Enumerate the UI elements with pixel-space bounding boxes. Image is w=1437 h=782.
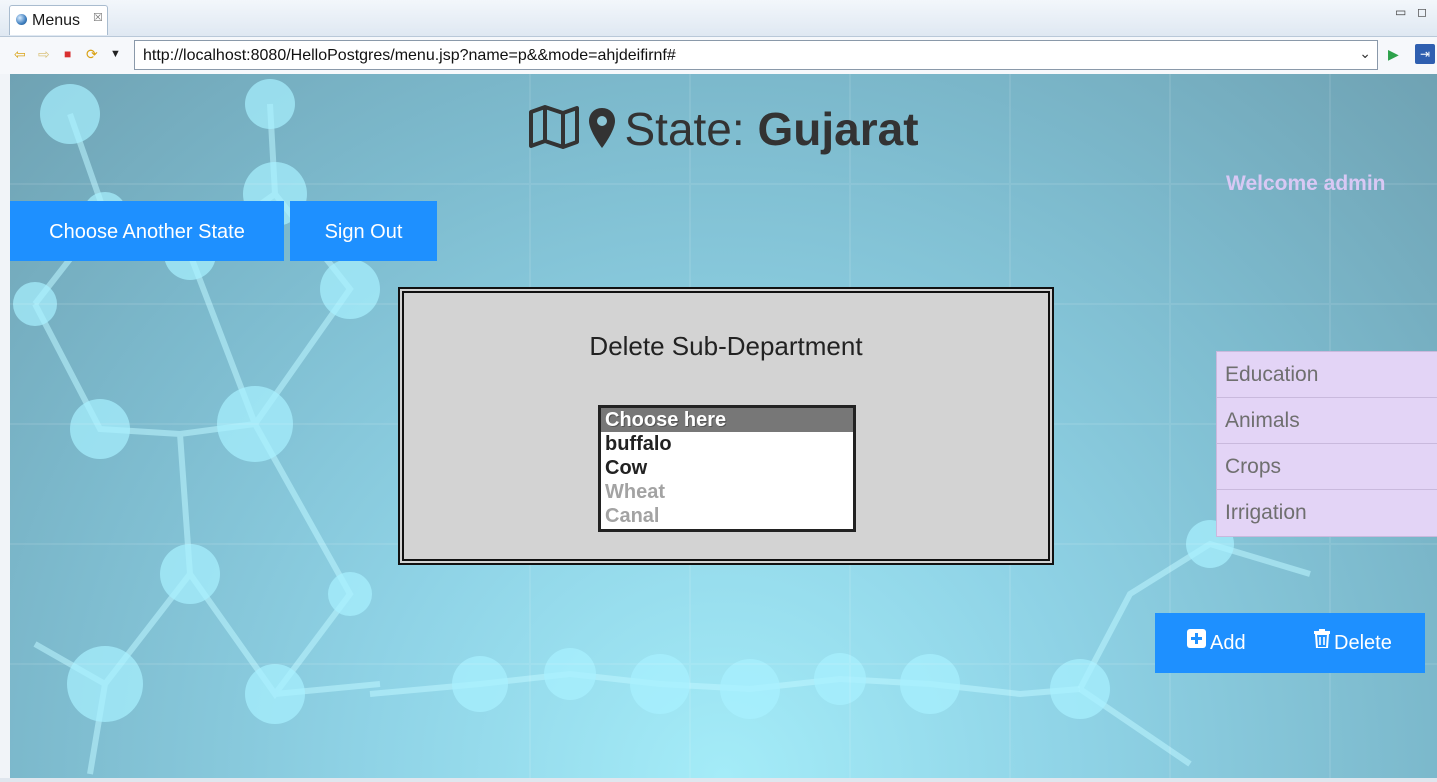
department-side-menu: Education Animals Crops Irrigation (1216, 351, 1437, 537)
browser-toolbar: ⇦ ⇨ ■ ⟳ ▼ http://localhost:8080/HelloPos… (0, 37, 1437, 75)
stop-icon[interactable]: ■ (64, 46, 71, 62)
state-label: State: (624, 103, 745, 155)
web-page: State: Gujarat Welcome admin Choose Anot… (10, 74, 1437, 778)
browser-tab[interactable]: Menus ☒ (9, 5, 108, 35)
url-text: http://localhost:8080/HelloPostgres/menu… (143, 47, 676, 64)
bottom-edge (0, 778, 1437, 782)
add-label: Add (1210, 632, 1246, 654)
welcome-message: Welcome admin (1226, 172, 1386, 195)
panel-title: Delete Sub-Department (589, 331, 863, 361)
maximize-icon[interactable]: ◻ (1417, 5, 1427, 19)
delete-button[interactable]: Delete (1314, 613, 1392, 673)
option-cow[interactable]: Cow (601, 456, 853, 480)
external-browser-icon[interactable]: ⇥ (1415, 44, 1435, 64)
plus-square-icon (1187, 612, 1206, 672)
tab-close-icon[interactable]: ☒ (93, 11, 103, 24)
add-button[interactable]: Add (1187, 613, 1246, 673)
editor-tab-bar: Menus ☒ ▭ ◻ (0, 0, 1437, 37)
trash-icon (1314, 612, 1330, 672)
delete-label: Delete (1334, 632, 1392, 654)
sub-department-select[interactable]: Choose here buffalo Cow Wheat Canal (598, 405, 856, 532)
url-dropdown-icon[interactable]: ⌄ (1359, 45, 1371, 62)
forward-icon[interactable]: ⇨ (38, 46, 50, 62)
minimize-icon[interactable]: ▭ (1395, 5, 1406, 19)
delete-sub-department-panel: Delete Sub-Department Choose here buffal… (398, 287, 1054, 565)
globe-icon (16, 14, 27, 25)
option-wheat: Wheat (605, 481, 665, 503)
map-icon (528, 104, 580, 161)
side-menu-item-crops[interactable]: Crops (1217, 444, 1437, 490)
choose-another-state-button[interactable]: Choose Another State (10, 201, 284, 261)
toolbar-menu-chevron-icon[interactable]: ▼ (110, 46, 121, 62)
side-menu-item-irrigation[interactable]: Irrigation (1217, 490, 1437, 536)
url-input[interactable]: http://localhost:8080/HelloPostgres/menu… (134, 40, 1378, 70)
option-choose-here[interactable]: Choose here (601, 408, 853, 432)
go-icon[interactable]: ▶ (1388, 46, 1399, 63)
page-title: State: Gujarat (10, 102, 1437, 161)
option-buffalo[interactable]: buffalo (601, 432, 853, 456)
map-marker-icon (588, 106, 616, 160)
side-menu-item-education[interactable]: Education (1217, 352, 1437, 398)
option-canal: Canal (605, 505, 660, 527)
tab-title: Menus (32, 12, 81, 29)
back-icon[interactable]: ⇦ (14, 46, 26, 62)
side-menu-item-animals[interactable]: Animals (1217, 398, 1437, 444)
action-bar: Add Delete (1155, 613, 1425, 673)
refresh-icon[interactable]: ⟳ (86, 46, 98, 62)
state-name: Gujarat (757, 103, 919, 155)
sign-out-button[interactable]: Sign Out (290, 201, 437, 261)
